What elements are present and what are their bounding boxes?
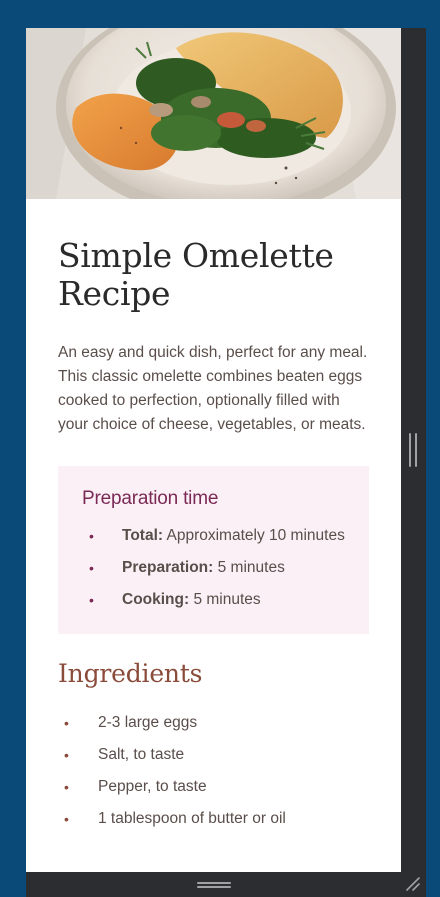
horizontal-drag-handle-icon[interactable] [197,882,231,888]
handle-line [415,433,417,467]
resize-corner-icon[interactable] [405,876,421,892]
preparation-item-value: 5 minutes [213,559,285,576]
vertical-drag-handle-icon[interactable] [409,433,417,467]
window-backdrop-right [426,0,440,897]
list-item: • 1 tablespoon of butter or oil [58,807,369,831]
page-title: Simple Omelette Recipe [58,236,334,313]
handle-line [197,886,231,888]
preparation-item-value: 5 minutes [189,591,261,608]
bullet-icon: • [64,747,69,763]
bullet-icon: • [89,560,94,576]
preparation-item-label: Preparation: [122,559,214,576]
window-backdrop-top [0,0,440,28]
window-backdrop-left [0,28,26,897]
bullet-icon: • [64,779,69,795]
ingredient-text: 1 tablespoon of butter or oil [98,810,286,827]
preparation-heading: Preparation time [82,488,219,509]
preparation-time-box: Preparation time • Total: Approximately … [58,466,369,634]
ingredients-list: • 2-3 large eggs • Salt, to taste • Pepp… [58,711,369,831]
preparation-list: • Total: Approximately 10 minutes • Prep… [82,524,345,612]
preparation-item-prep: • Preparation: 5 minutes [82,556,345,580]
list-item: • Pepper, to taste [58,775,369,799]
recipe-intro: An easy and quick dish, perfect for any … [58,344,368,433]
ingredients-heading: Ingredients [58,659,203,688]
bullet-icon: • [64,811,69,827]
resize-corner-glyph [406,877,420,891]
omelette-photo-illustration [26,28,401,199]
bullet-icon: • [89,528,94,544]
preparation-item-total: • Total: Approximately 10 minutes [82,524,345,548]
preparation-item-cooking: • Cooking: 5 minutes [82,588,345,612]
recipe-content: Simple Omelette Recipe An easy and quick… [26,237,401,831]
bullet-icon: • [89,592,94,608]
omelette-hero-image [26,28,401,199]
bullet-icon: • [64,715,69,731]
device-viewport[interactable]: Simple Omelette Recipe An easy and quick… [26,28,401,872]
handle-line [197,882,231,884]
ingredient-text: 2-3 large eggs [98,714,198,731]
handle-line [409,433,411,467]
list-item: • Salt, to taste [58,743,369,767]
ingredient-text: Salt, to taste [98,746,185,763]
ingredient-text: Pepper, to taste [98,778,207,795]
preparation-item-value: Approximately 10 minutes [163,527,345,544]
preparation-item-label: Cooking: [122,591,190,608]
preparation-item-label: Total: [122,527,164,544]
list-item: • 2-3 large eggs [58,711,369,735]
